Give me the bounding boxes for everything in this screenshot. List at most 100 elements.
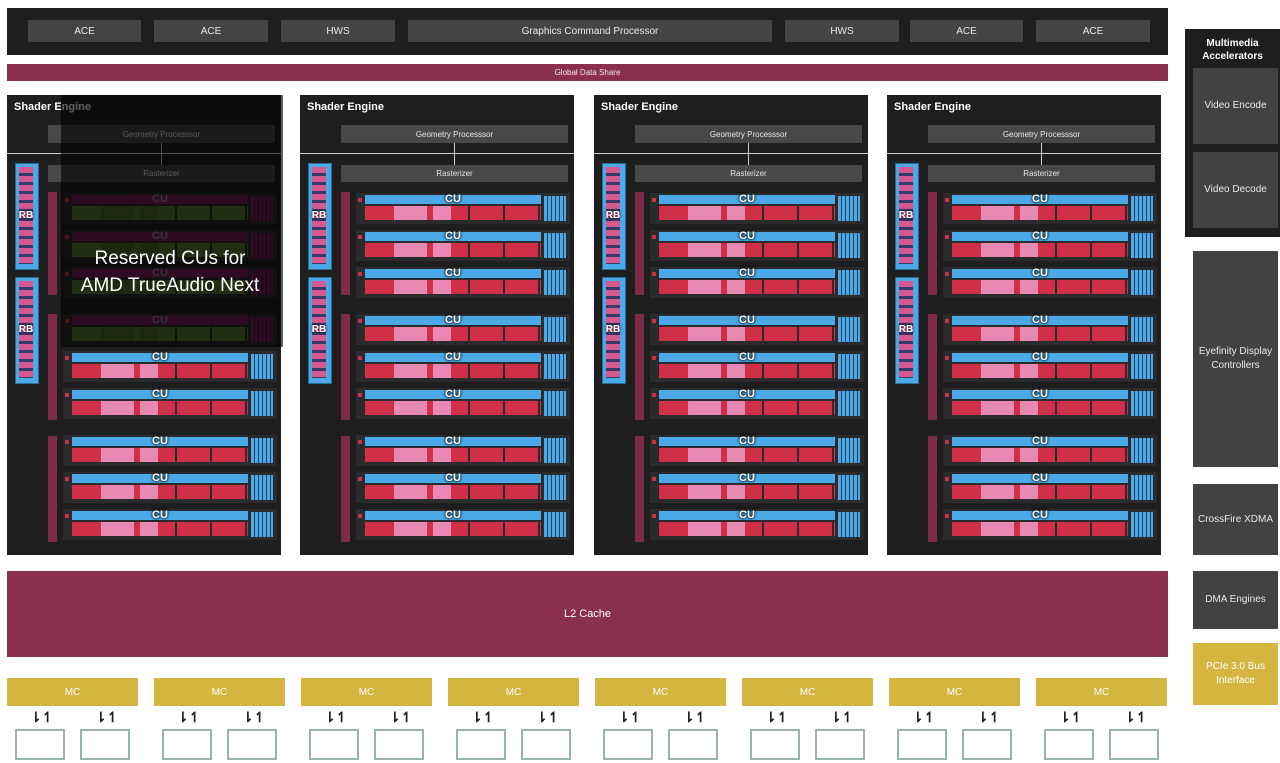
- memory-controller: MC: [595, 678, 726, 706]
- compute-unit: CU: [63, 314, 277, 345]
- cu-scalar-unit: [727, 448, 745, 462]
- dma-engines: DMA Engines: [1193, 571, 1278, 629]
- memory-controller: MC: [889, 678, 1020, 706]
- memory-controller: MC: [154, 678, 285, 706]
- shader-engine-title: Shader Engine: [14, 101, 92, 113]
- cu-cache-grid: [838, 354, 860, 379]
- cu-scalar-unit: [140, 448, 158, 462]
- cu-scheduler: [945, 440, 949, 444]
- memory-chip: [374, 729, 424, 760]
- ace-block: ACE: [910, 20, 1023, 42]
- memory-chip: [1044, 729, 1094, 760]
- cu-scalar-unit: [1020, 206, 1038, 220]
- cu-scheduler: [945, 272, 949, 276]
- cu-cache-grid: [838, 438, 860, 463]
- bidirectional-arrow-icon: ⇂↿: [536, 709, 560, 725]
- compute-unit: CU: [356, 193, 570, 224]
- cu-lds: [394, 327, 427, 341]
- bidirectional-arrow-icon: ⇂↿: [177, 709, 201, 725]
- cu-scalar-unit: [727, 243, 745, 257]
- reserved-caption-line1: Reserved CUs for: [94, 248, 246, 269]
- cu-cache-grid: [544, 270, 566, 295]
- graphics-command-processor: Graphics Command Processor: [408, 20, 772, 42]
- cu-lds: [981, 485, 1014, 499]
- cu-scalar-unit: [1020, 327, 1038, 341]
- cu-label: CU: [445, 351, 461, 363]
- ace-block: ACE: [1036, 20, 1150, 42]
- shader-engine-title: Shader Engine: [601, 101, 679, 113]
- compute-unit: CU: [356, 230, 570, 261]
- cu-label: CU: [445, 435, 461, 447]
- cu-lds: [688, 280, 721, 294]
- cu-lds: [688, 448, 721, 462]
- compute-unit: CU: [63, 509, 277, 540]
- bidirectional-arrow-icon: ⇂↿: [471, 709, 495, 725]
- compute-unit: CU: [943, 230, 1157, 261]
- cu-cache-grid: [838, 196, 860, 221]
- cu-label: CU: [445, 267, 461, 279]
- bidirectional-arrow-icon: ⇂↿: [618, 709, 642, 725]
- bidirectional-arrow-icon: ⇂↿: [95, 709, 119, 725]
- cu-scalar-unit: [727, 327, 745, 341]
- compute-unit: CU: [63, 351, 277, 382]
- cu-scheduler: [652, 272, 656, 276]
- memory-chip: [815, 729, 865, 760]
- cu-register-file: [952, 327, 1128, 341]
- compute-unit: CU: [650, 472, 864, 503]
- memory-chip: [456, 729, 506, 760]
- cu-cache-grid: [1131, 196, 1153, 221]
- cu-register-file: [659, 448, 835, 462]
- l2-cache: L2 Cache: [7, 571, 1168, 657]
- compute-unit: CU: [356, 472, 570, 503]
- memory-chip: [897, 729, 947, 760]
- compute-unit: CU: [650, 388, 864, 419]
- cu-lds: [981, 243, 1014, 257]
- cu-register-file: [72, 522, 248, 536]
- cu-register-file: [72, 485, 248, 499]
- compute-unit: CU: [650, 314, 864, 345]
- cu-scalar-unit: [727, 401, 745, 415]
- cu-scheduler: [358, 235, 362, 239]
- cu-label: CU: [1032, 267, 1048, 279]
- rb-label: RB: [605, 210, 621, 221]
- cu-scalar-unit: [727, 485, 745, 499]
- cu-scalar-unit: [1020, 243, 1038, 257]
- render-backend: RB: [602, 277, 626, 384]
- cu-label: CU: [445, 230, 461, 242]
- bidirectional-arrow-icon: ⇂↿: [242, 709, 266, 725]
- memory-chip: [668, 729, 718, 760]
- memory-controller: MC: [448, 678, 579, 706]
- ace-block: ACE: [154, 20, 268, 42]
- cu-scheduler: [65, 514, 69, 518]
- memory-chip: [162, 729, 212, 760]
- bidirectional-arrow-icon: ⇂↿: [324, 709, 348, 725]
- bidirectional-arrow-icon: ⇂↿: [683, 709, 707, 725]
- cu-scheduler: [652, 393, 656, 397]
- cu-register-file: [72, 327, 248, 341]
- cu-register-file: [952, 243, 1128, 257]
- cu-lds: [688, 401, 721, 415]
- cu-scheduler: [65, 356, 69, 360]
- cu-scalar-unit: [1020, 448, 1038, 462]
- cu-scheduler: [358, 319, 362, 323]
- shared-cache-bar: [635, 192, 644, 295]
- cu-register-file: [365, 485, 541, 499]
- cu-lds: [394, 401, 427, 415]
- cu-lds: [101, 327, 134, 341]
- rb-label: RB: [311, 324, 327, 335]
- cu-cache-grid: [838, 317, 860, 342]
- cu-cache-grid: [544, 196, 566, 221]
- compute-unit: CU: [650, 230, 864, 261]
- rb-label: RB: [18, 324, 34, 335]
- cu-label: CU: [445, 388, 461, 400]
- cu-cache-grid: [544, 354, 566, 379]
- cu-scheduler: [652, 356, 656, 360]
- compute-unit: CU: [943, 509, 1157, 540]
- cu-cache-grid: [1131, 233, 1153, 258]
- cu-scheduler: [945, 393, 949, 397]
- rb-label: RB: [898, 324, 914, 335]
- compute-unit: CU: [63, 472, 277, 503]
- cu-cache-grid: [1131, 354, 1153, 379]
- compute-unit: CU: [943, 351, 1157, 382]
- cu-label: CU: [739, 193, 755, 205]
